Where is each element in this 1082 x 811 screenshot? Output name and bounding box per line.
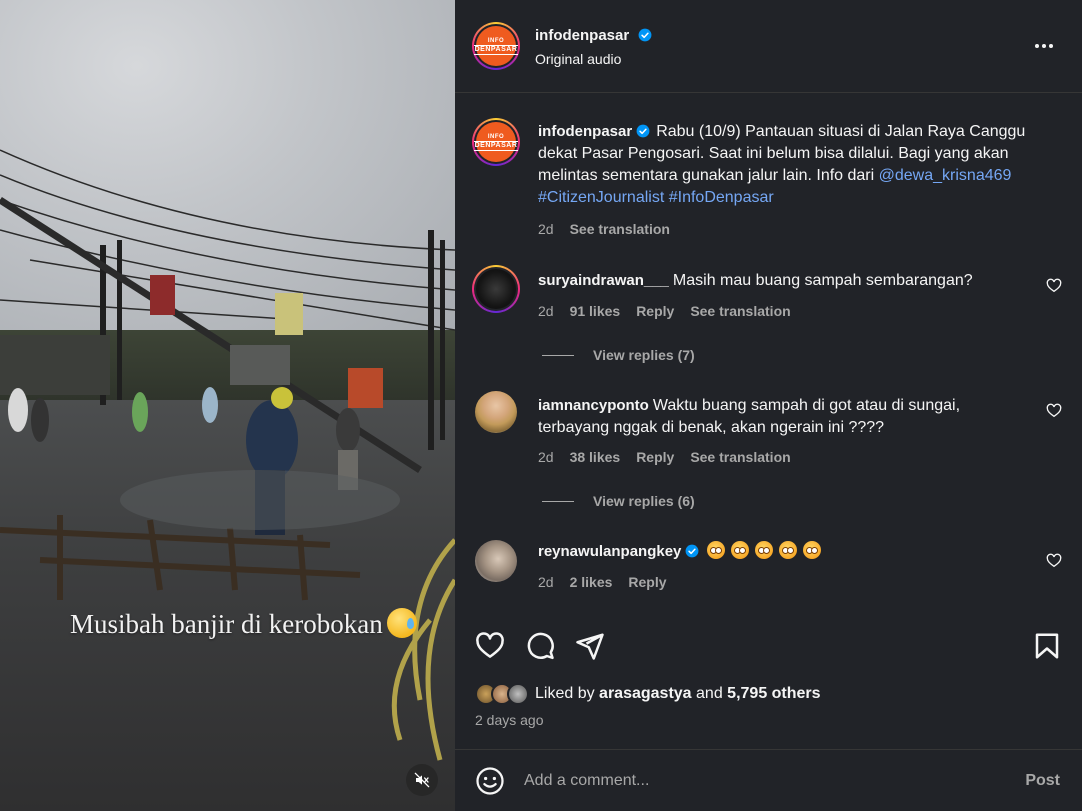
reply-button[interactable]: Reply: [636, 303, 674, 319]
view-replies-button[interactable]: View replies (6): [542, 493, 695, 509]
comment-meta: 2d 2 likes Reply: [538, 574, 667, 590]
comment-meta: 2d 38 likes Reply See translation: [538, 449, 791, 465]
comment-input[interactable]: [524, 768, 1004, 794]
post-header: INFO DENPASAR infodenpasar Original audi…: [455, 0, 1082, 92]
post-timestamp[interactable]: 2 days ago: [475, 712, 544, 728]
author-username[interactable]: infodenpasar: [535, 27, 629, 44]
comment-username[interactable]: iamnancyponto: [538, 397, 649, 414]
dot-icon: [1042, 44, 1046, 48]
comment-time[interactable]: 2d: [538, 574, 554, 590]
comment-meta: 2d 91 likes Reply See translation: [538, 303, 791, 319]
reply-button[interactable]: Reply: [628, 574, 666, 590]
flushed-face-emoji: [731, 541, 750, 559]
video-caption: Musibah banjir di kerobokan: [70, 608, 417, 640]
likes-others-count[interactable]: 5,795 others: [727, 685, 820, 703]
emoji-smiley-icon[interactable]: [475, 766, 505, 796]
infodenpasar-logo: INFO DENPASAR: [473, 26, 519, 66]
verified-badge-icon: [685, 544, 699, 558]
audio-label[interactable]: Original audio: [535, 51, 621, 67]
replies-line: [542, 500, 574, 502]
post-details-panel: INFO DENPASAR infodenpasar Original audi…: [455, 0, 1082, 811]
caption-time[interactable]: 2d: [538, 221, 554, 237]
comment-time[interactable]: 2d: [538, 449, 554, 465]
video-scene: [0, 149, 455, 761]
comment-text-block: iamnancyponto Waktu buang sampah di got a…: [538, 395, 1018, 439]
post-comment-button[interactable]: Post: [1025, 772, 1060, 790]
header-divider: [455, 92, 1082, 93]
liker-username[interactable]: arasagastya: [599, 685, 692, 703]
actions-divider: [455, 617, 1082, 618]
post-actions: [455, 627, 1082, 667]
view-replies-button[interactable]: View replies (7): [542, 347, 695, 363]
caption-meta: 2d See translation: [538, 221, 670, 237]
reply-button[interactable]: Reply: [636, 449, 674, 465]
commenter-avatar[interactable]: [475, 540, 517, 582]
likes-joiner: and: [696, 685, 723, 702]
dot-icon: [1035, 44, 1039, 48]
comment-username[interactable]: reynawulanpangkey: [538, 543, 681, 560]
comment-text: Masih mau buang sampah sembarangan?: [672, 272, 973, 289]
flushed-face-emoji: [707, 541, 726, 559]
liker-avatars: [475, 683, 529, 705]
like-comment-heart-icon[interactable]: [1046, 278, 1062, 294]
commenter-avatar[interactable]: [475, 391, 517, 433]
flushed-face-emoji: [779, 541, 798, 559]
comment-likes[interactable]: 91 likes: [570, 303, 621, 319]
flushed-face-emoji: [755, 541, 774, 559]
view-replies-label: View replies (7): [593, 347, 695, 363]
save-bookmark-icon[interactable]: [1032, 631, 1062, 661]
flushed-face-emoji: [803, 541, 822, 559]
comment-username[interactable]: suryaindrawan___: [538, 272, 669, 289]
comment-likes[interactable]: 38 likes: [570, 449, 621, 465]
sad-face-emoji: [386, 608, 417, 638]
dot-icon: [1049, 44, 1053, 48]
mute-button[interactable]: [406, 764, 438, 796]
liked-by-label: Liked by: [535, 685, 595, 702]
see-translation-button[interactable]: See translation: [690, 449, 790, 465]
mention-link[interactable]: @dewa_krisna469: [879, 167, 1012, 184]
see-translation-button[interactable]: See translation: [570, 221, 670, 237]
commenter-avatar[interactable]: [472, 265, 520, 313]
see-translation-button[interactable]: See translation: [690, 303, 790, 319]
avatar-image: [476, 269, 516, 309]
author-avatar[interactable]: INFO DENPASAR: [472, 22, 520, 70]
verified-badge-icon: [638, 28, 652, 42]
comment-bubble-icon[interactable]: [525, 631, 555, 661]
like-comment-heart-icon[interactable]: [1046, 553, 1062, 569]
like-heart-icon[interactable]: [475, 631, 505, 661]
more-options-button[interactable]: [1032, 36, 1056, 56]
like-comment-heart-icon[interactable]: [1046, 403, 1062, 419]
view-replies-label: View replies (6): [593, 493, 695, 509]
infodenpasar-logo: INFO DENPASAR: [473, 122, 519, 162]
comment-text-block: reynawulanpangkey: [538, 541, 1038, 563]
add-comment-bar: Post: [455, 749, 1082, 811]
verified-badge-icon: [636, 124, 650, 138]
replies-line: [542, 354, 574, 356]
speaker-muted-icon: [414, 772, 430, 788]
comment-time[interactable]: 2d: [538, 303, 554, 319]
liker-avatar: [507, 683, 529, 705]
comment-likes[interactable]: 2 likes: [570, 574, 613, 590]
comment-text-block: suryaindrawan___ Masih mau buang sampah s…: [538, 270, 1038, 292]
share-send-icon[interactable]: [575, 631, 605, 661]
caption-avatar[interactable]: INFO DENPASAR: [472, 118, 520, 166]
hashtag-links[interactable]: #CitizenJournalist #InfoDenpasar: [538, 189, 774, 206]
likes-summary[interactable]: Liked by arasagastya and 5,795 others: [475, 683, 821, 705]
caption-text-block: infodenpasar Rabu (10/9) Pantauan situasi…: [538, 121, 1058, 209]
caption-username[interactable]: infodenpasar: [538, 123, 632, 140]
post-video[interactable]: Musibah banjir di kerobokan: [0, 0, 455, 811]
